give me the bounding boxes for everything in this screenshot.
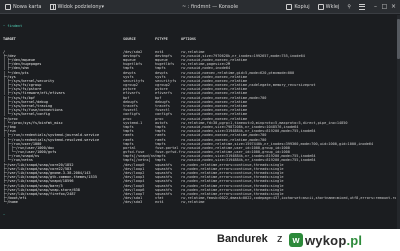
close-button[interactable]: ×: [390, 3, 397, 10]
table-header: TARGET SOURCE FSTYPE OPTIONS: [3, 37, 396, 41]
search-icon: ⚲: [347, 3, 351, 10]
hamburger-menu-icon: [359, 3, 365, 10]
watermark-footer: Bandurek z w wykop.pl: [0, 229, 400, 251]
author-separator: z: [277, 233, 283, 245]
copy-button[interactable]: Kopiuj: [283, 2, 312, 12]
cell-options: rw,relatime: [181, 200, 205, 205]
wykop-logo: w wykop.pl: [289, 232, 362, 248]
command-line: ~ findmnt: [3, 24, 396, 28]
window-title: ~ : findmnt — Konsole: [181, 3, 239, 10]
wykop-logo-icon: w: [289, 233, 303, 247]
minimize-button[interactable]: –: [372, 3, 379, 10]
window-controls: – □ ×: [370, 3, 397, 10]
header-options: OPTIONS: [181, 37, 196, 41]
menu-button[interactable]: [356, 2, 370, 12]
header-fstype: FSTYPE: [155, 37, 168, 41]
cell-source: /dev/sda3: [123, 200, 143, 205]
new-tab-label: Nowa karta: [13, 3, 42, 10]
paste-button[interactable]: Wklej: [315, 2, 343, 12]
copy-icon: [286, 3, 293, 10]
site-tld: .pl: [346, 232, 363, 248]
title-bar: Nowa karta Widok podzielony ▾ ~ : findmn…: [0, 0, 400, 14]
end-prompt: ~: [3, 212, 6, 217]
maximize-button[interactable]: □: [381, 3, 388, 10]
mount-rows: //dev/sda2 ext4 rw,relatime ├─/dev devtmpfs d…: [3, 50, 396, 205]
paste-icon: [317, 3, 324, 10]
header-source: SOURCE: [123, 37, 136, 41]
split-view-label: Widok podzielony: [57, 3, 102, 10]
prompt-command: ~ findmnt: [3, 24, 23, 29]
header-target: TARGET: [3, 37, 16, 41]
cell-target: └─/home: [3, 200, 18, 205]
new-tab-button[interactable]: Nowa karta: [2, 2, 45, 12]
chevron-down-icon: ▾: [101, 3, 105, 10]
site-name: wykop: [305, 232, 347, 248]
split-view-button[interactable]: Widok podzielony ▾: [47, 2, 108, 12]
konsole-window: Nowa karta Widok podzielony ▾ ~ : findmn…: [0, 0, 400, 229]
table-row: └─/home/dev/sda3 ext4 rw,relatime: [3, 200, 396, 204]
toolbar-right: Kopiuj Wklej ⚲: [281, 2, 370, 12]
terminal-output[interactable]: ~ findmnt TARGET SOURCE FSTYPE OPTIONS /…: [0, 15, 396, 229]
split-view-icon: [49, 3, 56, 10]
find-button[interactable]: ⚲: [344, 2, 354, 12]
end-prompt-line: ~: [3, 213, 396, 217]
author-name: Bandurek: [217, 233, 268, 245]
terminal-icon: [5, 3, 11, 10]
paste-label: Wklej: [325, 3, 340, 10]
wykop-logo-text: wykop.pl: [305, 233, 362, 248]
copy-label: Kopiuj: [294, 3, 310, 10]
cell-fstype: ext4: [155, 200, 164, 205]
